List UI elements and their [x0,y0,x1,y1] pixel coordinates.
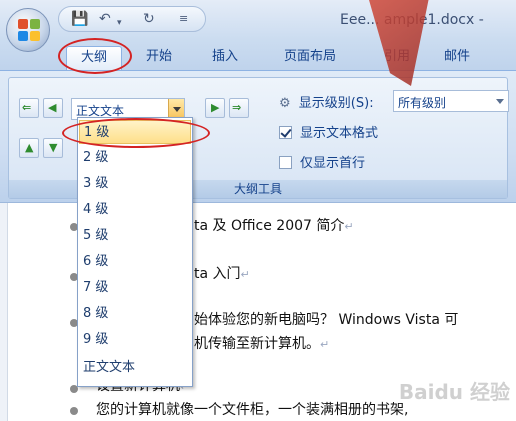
dropdown-item-level-5[interactable]: 5 级 [79,224,191,248]
save-icon[interactable]: 💾 [71,11,88,27]
doc-line: ta 及 Office 2007 简介↵ [194,218,354,234]
doc-line: ta 入门↵ [194,266,250,282]
tab-outline[interactable]: 大纲 [66,46,122,70]
dropdown-item-level-8[interactable]: 8 级 [79,302,191,326]
show-first-line-label: 仅显示首行 [300,156,366,171]
outline-level-dropdown: 1 级 2 级 3 级 4 级 5 级 6 级 7 级 8 级 9 级 正文文本 [77,117,193,387]
show-level-icon: ⚙ [279,96,291,111]
left-margin-bar [0,203,8,421]
tab-mailings[interactable]: 邮件 [432,46,482,70]
dropdown-item-level-9[interactable]: 9 级 [79,328,191,352]
undo-icon[interactable]: ↶ [99,11,111,27]
down-arrow-icon: ▼ [49,141,58,154]
tab-insert[interactable]: 插入 [200,46,250,70]
outline-bullet[interactable] [70,407,78,415]
office-button[interactable] [6,8,50,52]
show-first-line-row[interactable]: 仅显示首行 [279,152,365,174]
office-logo-icon [18,19,40,41]
doc-line: 机传输至新计算机。↵ [194,336,330,352]
move-down-button[interactable]: ▼ [43,138,63,158]
promote-button[interactable]: ◀ [43,98,63,118]
customize-icon[interactable]: ≡ [179,11,188,27]
chevron-down-icon [496,99,504,104]
ribbon-tabs: 大纲 开始 插入 页面布局 引用 邮件 [0,40,516,70]
dropdown-item-level-4[interactable]: 4 级 [79,198,191,222]
dropdown-item-level-3[interactable]: 3 级 [79,172,191,196]
tab-page-layout[interactable]: 页面布局 [270,46,350,70]
doc-line: 您的计算机就像一个文件柜，一个装满相册的书架, [96,402,409,418]
show-level-select[interactable]: 所有级别 [393,90,509,112]
show-level-label: 显示级别(S): [298,96,374,111]
up-arrow-icon: ▲ [25,141,34,154]
move-up-button[interactable]: ▲ [19,138,39,158]
show-text-format-checkbox[interactable] [279,126,292,139]
quick-access-toolbar: 💾 ↶ ▾ ↻ ≡ [58,6,206,32]
show-level-row: ⚙ 显示级别(S): 所有级别 [279,90,509,114]
chevron-down-icon[interactable] [168,99,184,119]
dropdown-item-level-2[interactable]: 2 级 [79,146,191,170]
double-right-arrow-icon: ⇒ [232,101,242,114]
demote-to-body-button[interactable]: ⇒ [229,98,249,118]
undo-dropdown-icon[interactable]: ▾ [117,15,122,31]
baidu-watermark: Baidu 经验 [398,380,510,404]
doc-line: 始体验您的新电脑吗？ Windows Vista 可 [194,312,459,328]
dropdown-item-body-text[interactable]: 正文文本 [79,356,191,380]
tab-home[interactable]: 开始 [134,46,184,70]
promote-to-heading1-button[interactable]: ⇐ [19,98,39,118]
show-text-format-label: 显示文本格式 [300,126,379,141]
show-text-format-row[interactable]: 显示文本格式 [279,122,378,144]
show-first-line-checkbox[interactable] [279,156,292,169]
title-bar: 💾 ↶ ▾ ↻ ≡ Eee... ample1.docx - [0,0,516,40]
left-arrow-icon: ◀ [48,101,57,114]
dropdown-item-level-6[interactable]: 6 级 [79,250,191,274]
double-left-arrow-icon: ⇐ [22,101,32,114]
right-arrow-icon: ▶ [211,101,220,114]
redo-icon[interactable]: ↻ [143,11,155,27]
dropdown-item-level-1[interactable]: 1 级 [79,120,191,144]
demote-button[interactable]: ▶ [205,98,225,118]
dropdown-item-level-7[interactable]: 7 级 [79,276,191,300]
show-level-value: 所有级别 [398,96,447,110]
